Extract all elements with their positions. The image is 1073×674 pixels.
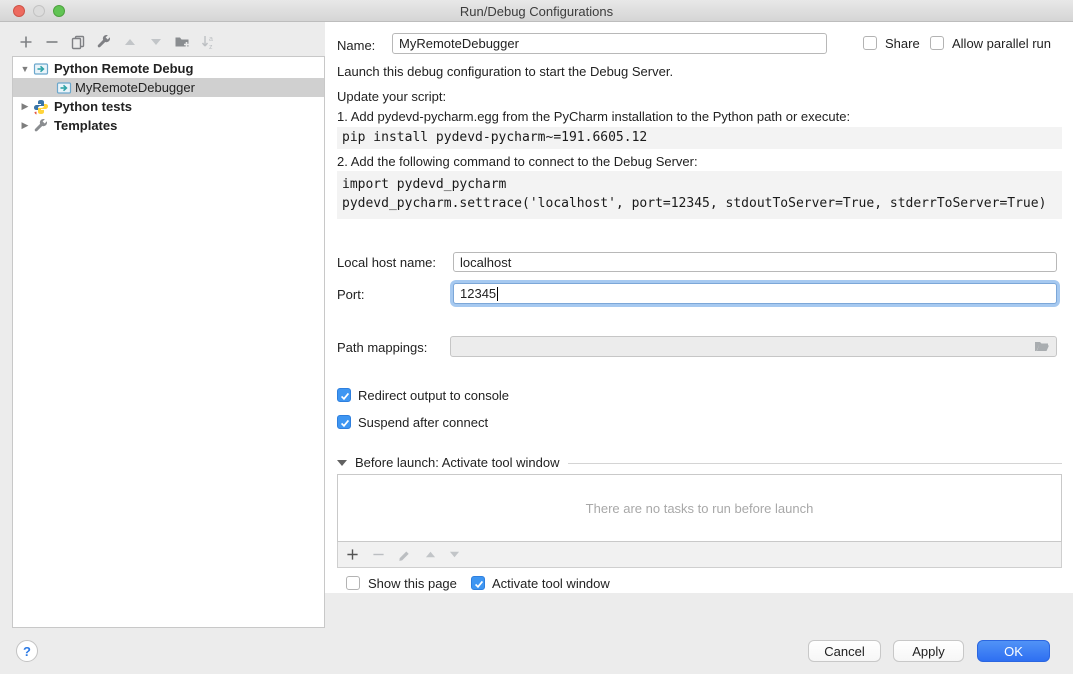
check-icon [339,390,351,402]
add-folder-icon [174,34,190,50]
tree-item-label: MyRemoteDebugger [75,80,195,95]
port-value: 12345 [460,286,496,301]
sort-alpha-icon: az [200,34,216,50]
apply-button[interactable]: Apply [893,640,964,662]
configurations-tree: ▼ Python Remote Debug MyRemoteDebugger ▶… [12,56,325,628]
suspend-after-connect-label: Suspend after connect [358,416,488,430]
svg-text:z: z [209,44,213,50]
section-divider [568,463,1062,464]
expand-right-icon[interactable]: ▶ [19,101,31,112]
ok-button-label: OK [1004,644,1023,659]
port-input[interactable]: 12345 [453,283,1057,304]
tree-item-label: Python tests [54,99,132,114]
before-launch-section-header[interactable]: Before launch: Activate tool window [337,456,1062,470]
cancel-button[interactable]: Cancel [808,640,881,662]
arrow-down-icon [150,36,162,48]
show-this-page-checkbox[interactable] [346,576,360,590]
name-label: Name: [337,39,375,53]
step-2-text: 2. Add the following command to connect … [337,155,698,169]
path-mappings-input[interactable] [450,336,1057,357]
redirect-output-label: Redirect output to console [358,389,509,403]
share-checkbox[interactable] [863,36,877,50]
allow-parallel-run-checkbox[interactable] [930,36,944,50]
local-host-name-input[interactable] [453,252,1057,272]
cancel-button-label: Cancel [824,644,864,659]
add-configuration-button[interactable] [18,34,34,50]
allow-parallel-run-label: Allow parallel run [952,37,1051,51]
suspend-after-connect-checkbox[interactable] [337,415,351,429]
plus-icon [19,35,33,49]
description-line-2: Update your script: [337,90,446,104]
configurations-toolbar: az [18,34,216,50]
task-list-toolbar [337,542,1062,568]
add-task-button[interactable] [346,548,359,561]
new-folder-button[interactable] [174,34,190,50]
minus-icon [45,35,59,49]
description-line-1: Launch this debug configuration to start… [337,65,673,79]
settrace-code-line-2: pydevd_pycharm.settrace('localhost', por… [342,196,1046,211]
expand-right-icon[interactable]: ▶ [19,120,31,131]
tree-item-myremotedebugger-selected[interactable]: MyRemoteDebugger [13,78,324,97]
activate-tool-window-label: Activate tool window [492,577,610,591]
copy-configuration-button[interactable] [70,34,86,50]
help-button[interactable]: ? [16,640,38,662]
edit-task-pencil-button[interactable] [398,548,412,562]
empty-task-list-text: There are no tasks to run before launch [586,501,814,516]
wrench-icon [96,34,112,50]
remove-task-button[interactable] [372,548,385,561]
check-icon [339,417,351,429]
edit-defaults-button[interactable] [96,34,112,50]
name-input[interactable] [392,33,827,54]
remove-configuration-button[interactable] [44,34,60,50]
settrace-code: import pydevd_pycharm pydevd_pycharm.set… [337,171,1062,219]
text-cursor [497,287,498,301]
activate-tool-window-checkbox[interactable] [471,576,485,590]
share-label: Share [885,37,920,51]
configuration-editor-panel: Name: Share Allow parallel run Launch th… [325,22,1073,593]
tree-item-templates[interactable]: ▶ Templates [13,116,324,135]
remote-debug-icon [56,80,72,96]
move-up-button[interactable] [122,34,138,50]
tree-item-python-remote-debug[interactable]: ▼ Python Remote Debug [13,59,324,78]
port-label: Port: [337,288,364,302]
copy-icon [70,34,86,50]
templates-wrench-icon [33,118,49,134]
before-launch-task-list[interactable]: There are no tasks to run before launch [337,474,1062,542]
browse-folder-icon[interactable] [1034,340,1050,354]
collapse-triangle-icon[interactable] [337,460,347,466]
window-title: Run/Debug Configurations [0,4,1073,19]
check-icon [473,578,485,590]
sort-configurations-button[interactable]: az [200,34,216,50]
path-mappings-label: Path mappings: [337,341,427,355]
before-launch-label: Before launch: Activate tool window [355,456,560,470]
run-debug-configurations-dialog: { "window": { "title": "Run/Debug Config… [0,0,1073,674]
local-host-name-label: Local host name: [337,256,436,270]
python-icon [33,99,49,115]
settrace-code-line-1: import pydevd_pycharm [342,177,506,192]
move-task-up-button[interactable] [425,549,436,560]
show-this-page-label: Show this page [368,577,457,591]
tree-item-label: Templates [54,118,117,133]
tree-item-label: Python Remote Debug [54,61,193,76]
question-mark-icon: ? [23,644,31,659]
move-task-down-button[interactable] [449,549,460,560]
svg-text:a: a [209,36,213,43]
remote-debug-icon [33,61,49,77]
ok-button[interactable]: OK [977,640,1050,662]
apply-button-label: Apply [912,644,945,659]
tree-item-python-tests[interactable]: ▶ Python tests [13,97,324,116]
step-1-text: 1. Add pydevd-pycharm.egg from the PyCha… [337,110,850,124]
pip-install-code: pip install pydevd-pycharm~=191.6605.12 [337,127,1062,149]
title-bar: Run/Debug Configurations [0,0,1073,22]
redirect-output-checkbox[interactable] [337,388,351,402]
arrow-up-icon [124,36,136,48]
move-down-button[interactable] [148,34,164,50]
expand-down-icon[interactable]: ▼ [19,64,31,74]
